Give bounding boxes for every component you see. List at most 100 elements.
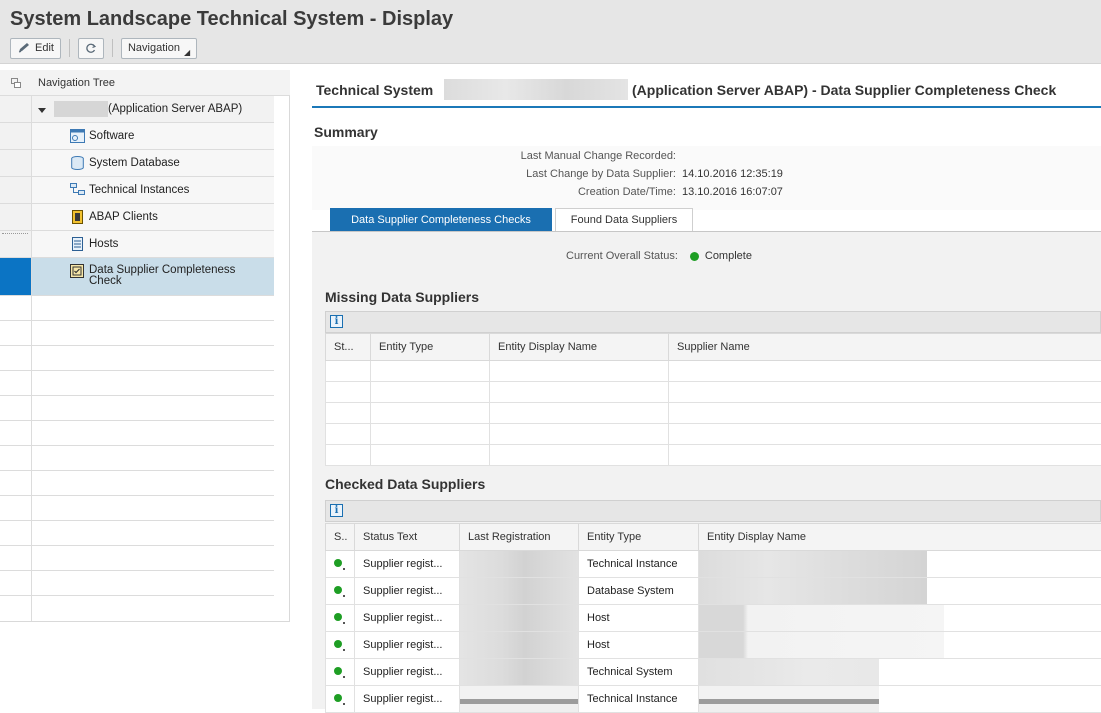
info-icon[interactable]: i xyxy=(330,315,343,328)
tree-item-completeness-check[interactable]: Data Supplier Completeness Check xyxy=(0,258,274,296)
tree-item-abap-clients[interactable]: ABAP Clients xyxy=(0,204,274,231)
technical-instances-icon xyxy=(70,183,86,199)
missing-suppliers-toolbar: i xyxy=(325,311,1101,333)
expand-triangle-icon[interactable] xyxy=(38,104,46,118)
tree-item-label: System Database xyxy=(89,157,180,169)
last-registration-cell xyxy=(460,578,579,605)
content-title-suffix: (Application Server ABAP) - Data Supplie… xyxy=(632,82,1056,98)
table-row[interactable] xyxy=(326,361,1101,382)
entity-display-name-cell xyxy=(699,605,1101,632)
status-green-icon xyxy=(334,640,342,648)
column-header-entity-display-name[interactable]: Entity Display Name xyxy=(490,334,669,361)
entity-type-cell: Host xyxy=(579,632,699,659)
table-row[interactable] xyxy=(326,382,1101,403)
entity-display-name-cell xyxy=(699,686,1101,713)
entity-display-name-cell xyxy=(699,632,1101,659)
table-row[interactable]: Supplier regist... Host xyxy=(326,632,1101,659)
summary-label-last-manual-change: Last Manual Change Recorded: xyxy=(400,150,676,164)
tree-item-label: (Application Server ABAP) xyxy=(108,103,242,115)
page-title: System Landscape Technical System - Disp… xyxy=(10,8,453,31)
abap-clients-icon xyxy=(72,210,83,227)
entity-type-cell: Technical System xyxy=(579,659,699,686)
table-row[interactable]: Supplier regist... Host xyxy=(326,605,1101,632)
redacted-value xyxy=(460,632,578,658)
redacted-value xyxy=(699,659,879,685)
redacted-value xyxy=(699,551,927,577)
last-registration-cell xyxy=(460,659,579,686)
tree-empty-row xyxy=(0,596,274,621)
redacted-value xyxy=(699,605,944,631)
tab-found-data-suppliers[interactable]: Found Data Suppliers xyxy=(555,208,693,231)
checked-suppliers-table: S.. Status Text Last Registration Entity… xyxy=(325,523,1101,713)
tree-item-root[interactable]: (Application Server ABAP) xyxy=(0,96,274,123)
tree-empty-row xyxy=(0,546,274,571)
table-row[interactable]: Supplier regist... Technical Instance xyxy=(326,686,1101,713)
status-text-cell: Supplier regist... xyxy=(355,551,460,578)
navigation-tree-title: Navigation Tree xyxy=(38,77,115,89)
status-green-icon xyxy=(334,694,342,702)
tree-empty-row xyxy=(0,321,274,346)
tree-empty-row xyxy=(0,346,274,371)
tree-empty-row xyxy=(0,446,274,471)
column-header-status[interactable]: St... xyxy=(326,334,371,361)
table-row[interactable] xyxy=(326,424,1101,445)
entity-display-name-cell xyxy=(699,551,1101,578)
toolbar: Edit Navigation ◢ xyxy=(10,37,197,59)
summary-value-last-change-supplier: 14.10.2016 12:35:19 xyxy=(682,168,783,180)
tree-empty-row xyxy=(0,371,274,396)
redacted-system-name xyxy=(444,79,628,100)
column-header-last-registration[interactable]: Last Registration xyxy=(460,524,579,551)
redacted-value xyxy=(699,686,879,712)
summary-label-last-change-supplier: Last Change by Data Supplier: xyxy=(400,168,676,182)
refresh-button[interactable] xyxy=(78,38,104,59)
refresh-icon xyxy=(85,42,97,54)
content-title-prefix: Technical System xyxy=(316,82,433,98)
entity-type-cell: Database System xyxy=(579,578,699,605)
tree-empty-row xyxy=(0,396,274,421)
status-green-icon xyxy=(690,252,699,261)
column-header-entity-type[interactable]: Entity Type xyxy=(579,524,699,551)
redacted-value xyxy=(460,578,578,604)
toolbar-separator xyxy=(69,39,70,57)
redacted-value xyxy=(460,686,578,712)
entity-display-name-cell xyxy=(699,659,1101,686)
redacted-system-name xyxy=(54,101,108,117)
column-header-entity-display-name[interactable]: Entity Display Name xyxy=(699,524,1101,551)
column-header-supplier-name[interactable]: Supplier Name xyxy=(669,334,1101,361)
last-registration-cell xyxy=(460,632,579,659)
table-row[interactable] xyxy=(326,403,1101,424)
tree-item-technical-instances[interactable]: Technical Instances xyxy=(0,177,274,204)
database-icon xyxy=(71,156,84,173)
redacted-value xyxy=(460,605,578,631)
toolbar-separator xyxy=(112,39,113,57)
table-row[interactable]: Supplier regist... Technical System xyxy=(326,659,1101,686)
tree-collapse-icon[interactable] xyxy=(11,78,22,92)
tree-item-label: Software xyxy=(89,130,134,142)
navigation-button[interactable]: Navigation ◢ xyxy=(121,38,197,59)
redacted-value xyxy=(460,551,578,577)
navigation-button-label: Navigation xyxy=(128,42,180,54)
tree-item-hosts[interactable]: Hosts xyxy=(0,231,274,258)
edit-button[interactable]: Edit xyxy=(10,38,61,59)
completeness-check-icon xyxy=(70,264,84,281)
tree-item-label: Data Supplier Completeness Check xyxy=(89,265,254,287)
status-text-cell: Supplier regist... xyxy=(355,578,460,605)
column-header-entity-type[interactable]: Entity Type xyxy=(371,334,490,361)
overall-status-label: Current Overall Status: xyxy=(566,250,678,262)
column-header-status[interactable]: S.. xyxy=(326,524,355,551)
tree-item-label: Technical Instances xyxy=(89,184,189,196)
tree-item-system-database[interactable]: System Database xyxy=(0,150,274,177)
tab-completeness-checks[interactable]: Data Supplier Completeness Checks xyxy=(330,208,552,231)
table-row[interactable] xyxy=(326,445,1101,466)
entity-display-name-cell xyxy=(699,578,1101,605)
tree-empty-row xyxy=(0,471,274,496)
entity-type-cell: Technical Instance xyxy=(579,686,699,713)
table-row[interactable]: Supplier regist... Technical Instance xyxy=(326,551,1101,578)
tree-item-software[interactable]: Software xyxy=(0,123,274,150)
column-header-status-text[interactable]: Status Text xyxy=(355,524,460,551)
pencil-icon xyxy=(17,42,35,54)
table-row[interactable]: Supplier regist... Database System xyxy=(326,578,1101,605)
summary-heading: Summary xyxy=(314,124,378,140)
info-icon[interactable]: i xyxy=(330,504,343,517)
missing-suppliers-heading: Missing Data Suppliers xyxy=(325,289,479,305)
